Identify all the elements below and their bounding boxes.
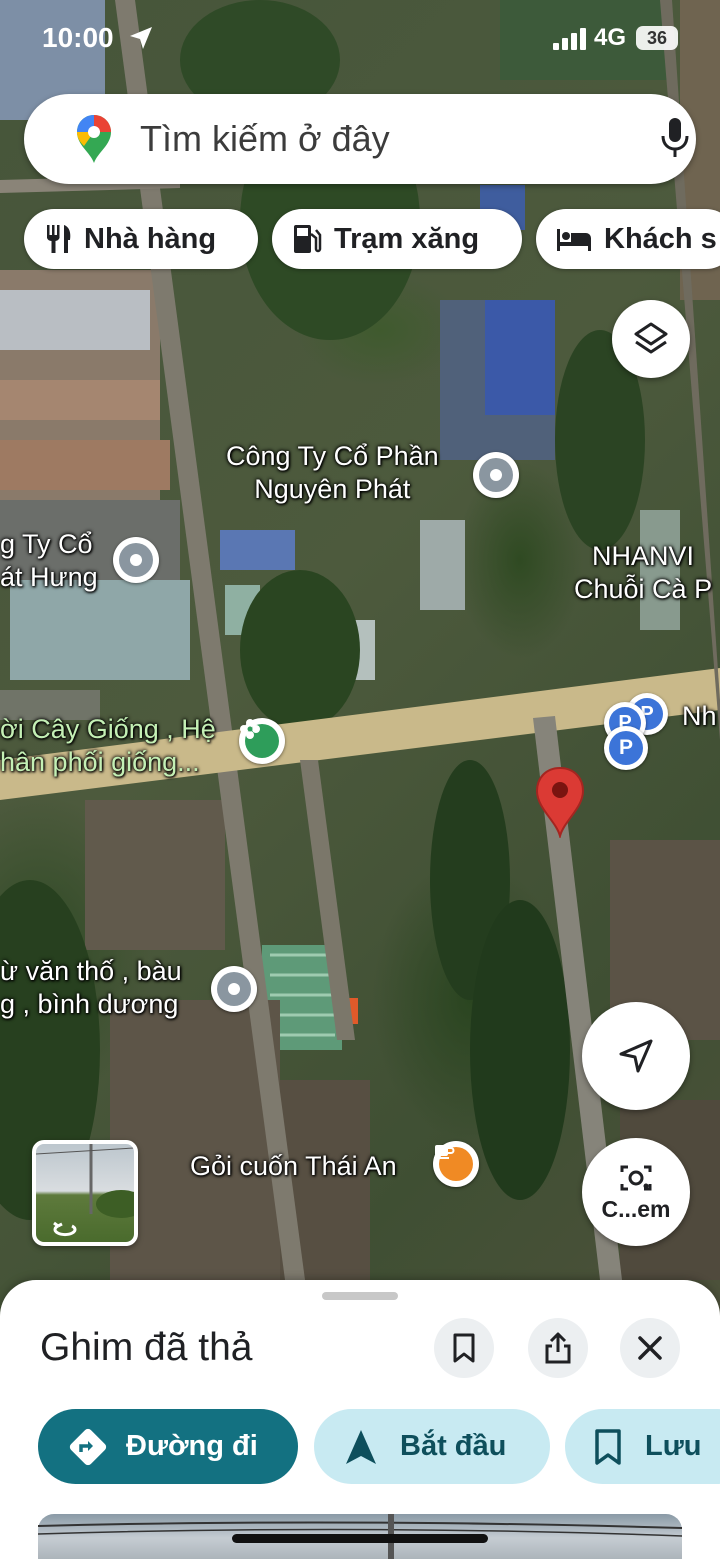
- search-input[interactable]: Tìm kiếm ở đây: [140, 118, 390, 160]
- poi-pin-goi-cuon[interactable]: [433, 1141, 479, 1187]
- network-type: 4G: [594, 24, 627, 51]
- map-label-goi-cuon[interactable]: Gỏi cuốn Thái An: [190, 1150, 397, 1183]
- home-indicator[interactable]: [232, 1534, 488, 1543]
- flower-icon: [240, 719, 260, 739]
- status-time: 10:00: [42, 22, 114, 53]
- dropped-pin-marker[interactable]: [534, 766, 586, 838]
- start-label: Bắt đầu: [400, 1430, 507, 1462]
- map-label-cay-giong[interactable]: ời Cây Giống , Hệ hân phối giống...: [0, 713, 216, 779]
- navigation-icon: [346, 1429, 376, 1464]
- street-view-photo: [36, 1144, 134, 1237]
- save-bookmark-button[interactable]: [434, 1318, 494, 1378]
- directions-button[interactable]: Đường đi: [38, 1409, 298, 1484]
- share-button[interactable]: [528, 1318, 588, 1378]
- directions-icon: [69, 1428, 107, 1465]
- bookmark-icon: [595, 1428, 621, 1465]
- directions-label: Đường đi: [126, 1430, 258, 1462]
- parking-icon[interactable]: P: [604, 726, 648, 770]
- chip-label: Nhà hàng: [84, 222, 217, 255]
- poi-pin-phat-hung[interactable]: [113, 537, 159, 583]
- poi-pin-nguyen-phat[interactable]: [473, 452, 519, 498]
- bookmark-icon: [453, 1333, 475, 1363]
- hotel-icon: [557, 229, 591, 251]
- chip-restaurants[interactable]: Nhà hàng: [24, 209, 258, 269]
- street-view-thumbnail[interactable]: [32, 1140, 138, 1246]
- cellular-signal-icon: [553, 28, 586, 50]
- cafe-icon: [434, 1145, 455, 1159]
- status-bar: 10:00 4G 36: [0, 0, 720, 80]
- map-label-nhanvi[interactable]: NHANVI Chuỗi Cà P: [574, 540, 712, 606]
- close-icon: [638, 1336, 662, 1360]
- map-label-van-tho[interactable]: ừ văn thố , bàu g , bình dương: [0, 955, 182, 1021]
- location-arrow-icon: [130, 27, 152, 49]
- chip-hotels[interactable]: Khách s: [536, 209, 720, 269]
- restaurant-icon: [47, 225, 71, 253]
- map-label-parking[interactable]: Nh: [682, 700, 717, 733]
- poi-pin-van-tho[interactable]: [211, 966, 257, 1012]
- battery-level: 36: [646, 27, 668, 48]
- mic-icon[interactable]: [660, 116, 690, 160]
- chip-label: Trạm xăng: [334, 222, 480, 255]
- battery-icon: 36: [636, 26, 678, 50]
- camera-search-button[interactable]: C...em: [582, 1138, 690, 1246]
- close-button[interactable]: [620, 1318, 680, 1378]
- my-location-button[interactable]: [582, 1002, 690, 1110]
- search-bar[interactable]: Tìm kiếm ở đây: [24, 94, 696, 184]
- lens-camera-icon: [620, 1165, 652, 1190]
- place-title: Ghim đã thả: [40, 1326, 253, 1369]
- poi-pin-cay-giong[interactable]: [239, 718, 285, 764]
- share-icon: [545, 1332, 571, 1364]
- place-bottom-sheet[interactable]: Ghim đã thả Đường đi Bắt đầu Lưu: [0, 1280, 720, 1559]
- layers-button[interactable]: [612, 300, 690, 378]
- start-navigation-button[interactable]: Bắt đầu: [314, 1409, 550, 1484]
- chip-gas-stations[interactable]: Trạm xăng: [272, 209, 522, 269]
- map-label-nguyen-phat[interactable]: Công Ty Cổ Phần Nguyên Phát: [226, 440, 439, 506]
- navigation-arrow-icon: [619, 1039, 653, 1073]
- google-maps-pin-icon: [77, 115, 111, 163]
- map-label-phat-hung[interactable]: g Ty Cổ át Hưng: [0, 528, 98, 594]
- camera-search-label: C...em: [601, 1195, 671, 1222]
- chip-label: Khách s: [604, 222, 717, 255]
- sheet-drag-handle[interactable]: [322, 1292, 398, 1300]
- gas-station-icon: [294, 225, 322, 253]
- save-label: Lưu: [645, 1430, 702, 1462]
- layers-icon: [634, 322, 668, 354]
- save-button[interactable]: Lưu: [565, 1409, 720, 1484]
